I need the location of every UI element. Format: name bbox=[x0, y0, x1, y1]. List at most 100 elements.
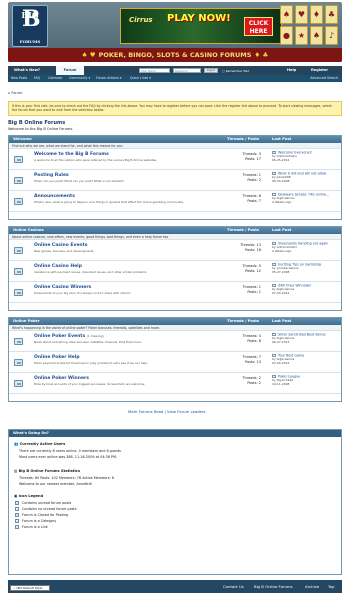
forum-icon bbox=[14, 380, 23, 387]
style-selector[interactable]: -- vB4 Default Style bbox=[10, 585, 50, 591]
read-forum-icon bbox=[15, 507, 19, 511]
advanced-search-link[interactable]: Advanced Search bbox=[310, 75, 338, 82]
login-button[interactable]: Log in bbox=[204, 68, 218, 73]
last-post-date: 07-04-2012 bbox=[272, 290, 290, 295]
quick-links-link[interactable]: Quick Links ▾ bbox=[130, 75, 151, 82]
forum-stats: Threads: 2 Posts: 2 bbox=[242, 376, 261, 386]
password-input[interactable]: Password bbox=[173, 68, 201, 73]
forum-row: Posting Rules When can you post? What can… bbox=[9, 170, 341, 191]
forum-row: Online Poker Help Poker payment problem? … bbox=[9, 352, 341, 373]
legend-item: Forum is Closed for Posting bbox=[15, 513, 68, 517]
forum-icon bbox=[14, 338, 23, 345]
active-users-title: 👥 Currently Active Users bbox=[14, 442, 66, 446]
forum-name[interactable]: Online Poker Help bbox=[34, 355, 80, 360]
forum-stats: Threads: 4 Posts: 8 bbox=[242, 334, 261, 344]
breadcrumb: ⌂ Forum bbox=[8, 91, 22, 95]
last-post-date: 2 Weeks Ago bbox=[272, 248, 292, 253]
forum-icon bbox=[14, 177, 23, 184]
home-icon[interactable]: ⌂ bbox=[8, 91, 10, 95]
forum-name[interactable]: Welcome to the Big B Forums bbox=[34, 152, 109, 157]
icon-legend-title: ▣ Icon Legend bbox=[14, 494, 44, 498]
forum-description: Assistance with payment issues, download… bbox=[34, 270, 147, 274]
section-online-poker: Online Poker Threads / Posts Last Post Wha… bbox=[8, 317, 342, 402]
site-header-banner: BIG B FORUMS Cirrus PLAY NOW! CLICK HERE… bbox=[8, 2, 342, 62]
whats-new-tab[interactable]: What's New? bbox=[11, 66, 43, 75]
last-post: Your Best Game by bigbcasinos 07-04-2012 bbox=[272, 354, 342, 366]
statistics-title: ▥ Big B Online Forums Statistics bbox=[14, 469, 80, 473]
page-subtitle: Welcome to the Big B Online Forums. bbox=[8, 127, 74, 131]
forum-name[interactable]: Online Poker Winners bbox=[34, 376, 89, 381]
calendar-link[interactable]: Calendar bbox=[48, 75, 62, 82]
username-input[interactable]: User Name bbox=[139, 68, 170, 73]
legend-icon: ▣ bbox=[14, 494, 18, 498]
forum-stats: Threads: 7 Posts: 13 bbox=[242, 355, 261, 365]
whats-going-on-title: What's Going On? bbox=[9, 430, 341, 437]
section-title[interactable]: Online Casinos bbox=[13, 227, 44, 234]
chip-icon: ● bbox=[280, 26, 293, 45]
ad-brand: Cirrus bbox=[129, 16, 153, 24]
forum-tab[interactable]: Forum bbox=[56, 66, 84, 75]
forum-description: Screenshots of your big wins. It's alway… bbox=[34, 291, 131, 295]
ad-click-button[interactable]: CLICK HERE bbox=[244, 17, 273, 36]
last-post: Welcome Everyone!! by Administrator 06-25-… bbox=[272, 151, 342, 163]
last-post-date: 10-11-2008 bbox=[272, 381, 290, 386]
casino-banner-ad[interactable]: Cirrus PLAY NOW! CLICK HERE bbox=[120, 8, 282, 44]
legend-item: Contains no unread forum posts bbox=[15, 507, 77, 511]
forum-name[interactable]: Online Poker Events (1 Viewing) bbox=[34, 334, 104, 339]
new-posts-link[interactable]: New Posts bbox=[11, 75, 27, 82]
section-title[interactable]: Welcome bbox=[13, 136, 32, 143]
category-icon bbox=[15, 519, 19, 523]
sub-navbar: New Posts FAQ Calendar Community ▾ Forum… bbox=[8, 75, 342, 82]
forum-row: Online Poker Winners Blow by blow account… bbox=[9, 373, 341, 394]
heart-icon: ♥ bbox=[295, 5, 308, 24]
forum-home-link[interactable]: Big B Online Forums bbox=[254, 584, 293, 589]
forum-stats: Threads: 5 Posts: 12 bbox=[242, 264, 261, 274]
active-users-text: There are currently 8 users online. 0 me… bbox=[19, 449, 121, 453]
unread-forum-icon bbox=[15, 501, 19, 505]
link-forum-icon bbox=[15, 525, 19, 529]
forum-actions-links[interactable]: Mark Forums Read | View Forum Leaders bbox=[128, 409, 205, 414]
top-link[interactable]: Top bbox=[328, 584, 334, 589]
logo-b-text: B bbox=[22, 6, 41, 32]
last-post-header: Last Post bbox=[272, 319, 292, 323]
footer-bar: Contact Us Big B Online Forums Archive T… bbox=[8, 580, 342, 593]
legend-item: Forum is a Category bbox=[15, 519, 56, 523]
breadcrumb-forum[interactable]: Forum bbox=[11, 91, 22, 95]
forum-name[interactable]: Posting Rules bbox=[34, 173, 69, 178]
logo-forums-text: FORUMS bbox=[19, 39, 41, 44]
contact-link[interactable]: Contact Us bbox=[223, 584, 244, 589]
forum-icon bbox=[14, 268, 23, 275]
forum-stats: Threads: 3 Posts: 17 bbox=[242, 152, 261, 162]
forum-row: Online Casino Events New games, bonuses, … bbox=[9, 240, 341, 261]
section-title[interactable]: Online Poker bbox=[13, 318, 40, 325]
forum-name[interactable]: Announcements bbox=[34, 194, 75, 199]
forum-icon bbox=[14, 156, 23, 163]
help-tab[interactable]: Help bbox=[284, 66, 299, 75]
newest-member-text: Welcome to our newest member, Anne8n8 bbox=[19, 482, 92, 486]
forum-description: When can you post? What can you post? Wh… bbox=[34, 179, 124, 183]
section-welcome: Welcome Threads / Posts Last Post Find out… bbox=[8, 135, 342, 220]
forum-icon bbox=[14, 247, 23, 254]
site-logo[interactable]: BIG B FORUMS bbox=[12, 5, 48, 47]
community-link[interactable]: Community ▾ bbox=[69, 75, 90, 82]
forum-actions-link[interactable]: Forum Actions ▾ bbox=[96, 75, 121, 82]
forum-row: Announcements What's new, what is going t… bbox=[9, 191, 341, 212]
last-post: Exciting Tips on Gambling by youlikecasin… bbox=[272, 263, 342, 275]
bell-icon: ♪ bbox=[325, 26, 338, 45]
remember-me-checkbox[interactable]: □ Remember Me? bbox=[222, 69, 249, 73]
card-icon: ♠ bbox=[310, 26, 323, 45]
last-post-date: 06-25-2012 bbox=[272, 157, 290, 162]
forum-name[interactable]: Online Casino Events bbox=[34, 243, 87, 248]
legend-item: Forum is a Link bbox=[15, 525, 48, 529]
archive-link[interactable]: Archive bbox=[305, 584, 319, 589]
faq-link[interactable]: FAQ bbox=[34, 75, 40, 82]
register-tab[interactable]: Register bbox=[308, 66, 331, 75]
last-post: Poker League by Taylor1949 10-11-2008 bbox=[272, 375, 342, 387]
last-post: Delaware Senate: OKs online… by bigbcasin… bbox=[272, 193, 342, 205]
diamond-icon: ♦ bbox=[310, 5, 323, 24]
forum-name[interactable]: Online Casino Help bbox=[34, 264, 82, 269]
club-icon: ♣ bbox=[325, 5, 338, 24]
first-visit-notice: If this is your first visit, be sure to … bbox=[8, 101, 342, 116]
forum-name[interactable]: Online Casino Winners bbox=[34, 285, 91, 290]
forum-icon bbox=[14, 289, 23, 296]
